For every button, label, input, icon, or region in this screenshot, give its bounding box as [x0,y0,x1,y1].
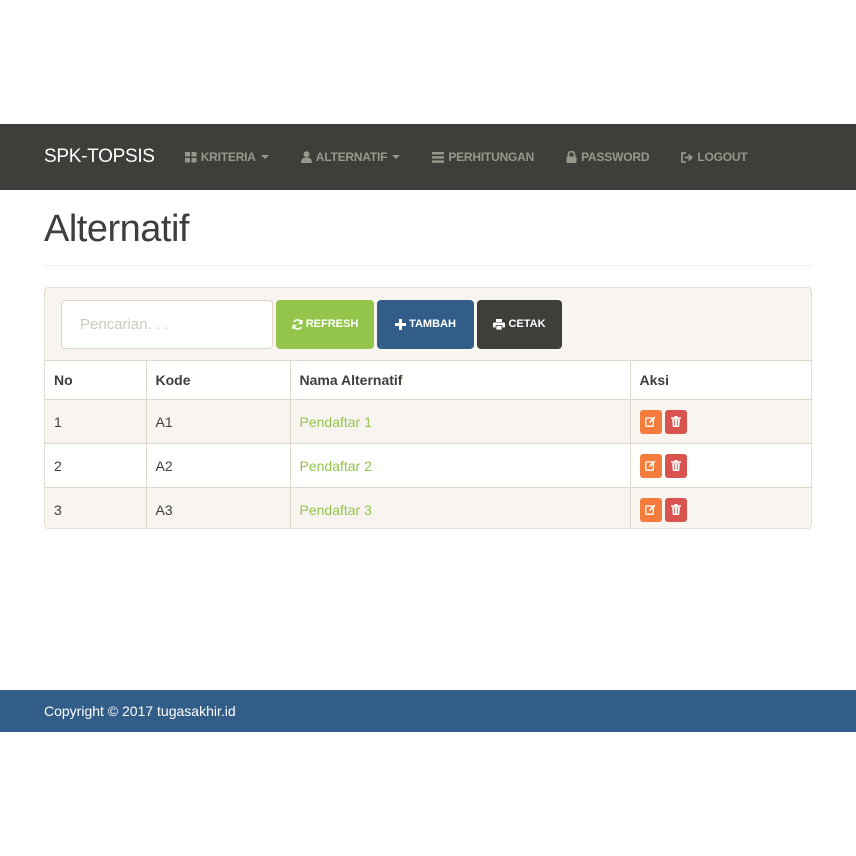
edit-button[interactable] [639,497,662,522]
title-divider [44,265,812,266]
edit-button[interactable] [639,453,662,478]
nav-item-label: ALTERNATIF [315,150,388,164]
trash-icon [670,460,681,471]
alternatif-link[interactable]: Pendaftar 3 [300,502,372,518]
nav-item-alternatif[interactable]: ALTERNATIF [300,150,401,164]
nav-item-label: PERHITUNGAN [448,150,535,164]
refresh-button[interactable]: REFRESH [276,299,374,349]
table-header-row: No Kode Nama Alternatif Aksi [45,360,811,400]
trash-icon [670,416,681,427]
nav-item-perhitungan[interactable]: PERHITUNGAN [432,150,534,164]
nav-item-password[interactable]: PASSWORD [566,150,650,164]
edit-icon [645,460,656,471]
edit-button[interactable] [639,409,662,434]
caret-down-icon [392,155,401,159]
tambah-button-label: TAMBAH [409,318,456,330]
cetak-button-label: CETAK [508,318,546,330]
cell-no: 2 [45,443,147,488]
lock-icon [566,151,577,163]
column-header-nama[interactable]: Nama Alternatif [290,360,631,400]
cell-no: 1 [45,399,147,444]
logout-icon [681,151,694,163]
cell-kode: A1 [146,399,291,444]
column-header-no[interactable]: No [45,360,147,400]
table-row: 1 A1 Pendaftar 1 [45,399,811,444]
cell-nama: Pendaftar 3 [290,487,631,528]
grid-icon [184,151,197,162]
nav-menu: KRITERIA ALTERNATIF PERHITUNGAN PASSWORD… [184,150,780,164]
copyright-text: Copyright © 2017 tugasakhir.id [44,703,236,719]
cetak-button[interactable]: CETAK [477,299,562,349]
search-input[interactable] [61,299,273,349]
column-header-kode[interactable]: Kode [146,360,291,400]
column-header-aksi: Aksi [630,360,811,400]
top-navbar: SPK-TOPSIS KRITERIA ALTERNATIF PERHITUNG… [0,124,856,190]
table-row: 3 A3 Pendaftar 3 [45,487,811,528]
list-icon [432,151,445,163]
user-icon [300,151,312,163]
delete-button[interactable] [664,453,687,478]
plus-icon [395,318,407,330]
cell-kode: A3 [146,487,291,528]
alternatif-table: No Kode Nama Alternatif Aksi 1 A1 Pendaf… [45,360,811,528]
tambah-button[interactable]: TAMBAH [377,299,474,349]
table-row: 2 A2 Pendaftar 2 [45,443,811,488]
nav-item-label: PASSWORD [581,150,650,164]
page-footer: Copyright © 2017 tugasakhir.id [0,690,856,732]
alternatif-link[interactable]: Pendaftar 1 [300,414,372,430]
alternatif-panel: REFRESH TAMBAH CETAK No Kode Nama Altern… [44,287,812,529]
delete-button[interactable] [664,497,687,522]
refresh-icon [292,318,303,330]
nav-item-label: LOGOUT [697,150,748,164]
nav-item-logout[interactable]: LOGOUT [681,150,748,164]
caret-down-icon [260,155,269,159]
delete-button[interactable] [664,409,687,434]
navbar-brand[interactable]: SPK-TOPSIS [44,146,155,168]
cell-aksi [630,487,811,528]
panel-toolbar: REFRESH TAMBAH CETAK [45,288,811,360]
cell-aksi [630,443,811,488]
cell-no: 3 [45,487,147,528]
alternatif-link[interactable]: Pendaftar 2 [300,458,372,474]
cell-kode: A2 [146,443,291,488]
print-icon [493,318,506,330]
cell-nama: Pendaftar 2 [290,443,631,488]
refresh-button-label: REFRESH [305,318,359,330]
nav-item-label: KRITERIA [200,150,256,164]
nav-item-kriteria[interactable]: KRITERIA [184,150,269,164]
page-title: Alternatif [44,208,189,250]
trash-icon [670,504,681,516]
cell-nama: Pendaftar 1 [290,399,631,444]
edit-icon [645,416,656,427]
cell-aksi [630,399,811,444]
edit-icon [645,504,656,516]
